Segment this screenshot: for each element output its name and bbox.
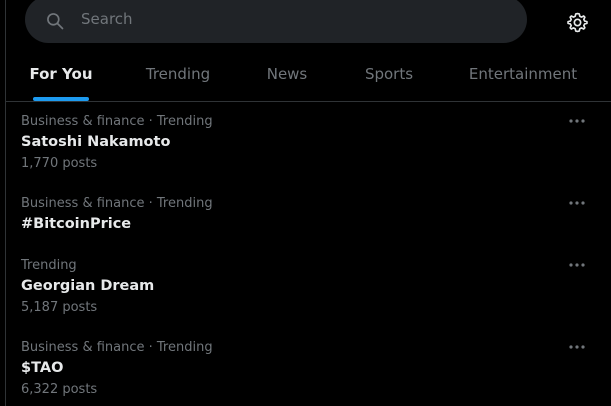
trend-item[interactable]: Trending Georgian Dream 5,187 posts bbox=[6, 258, 611, 322]
tab-label: Sports bbox=[364, 65, 414, 83]
trend-item[interactable]: Business & finance · Trending $TAO 6,322… bbox=[6, 340, 611, 404]
trend-item[interactable]: Business & finance · Trending #BitcoinPr… bbox=[6, 196, 611, 248]
trend-name: $TAO bbox=[21, 360, 64, 376]
trend-context: Trending bbox=[21, 258, 77, 273]
tabs-divider bbox=[6, 101, 611, 102]
tab-label: Trending bbox=[145, 65, 211, 83]
more-horizontal-icon[interactable] bbox=[568, 116, 586, 126]
trend-post-count: 1,770 posts bbox=[21, 156, 98, 171]
tab-entertainment[interactable]: Entertainment bbox=[444, 50, 602, 101]
search-row bbox=[0, 0, 611, 48]
trend-name: #BitcoinPrice bbox=[21, 216, 132, 232]
tab-news[interactable]: News bbox=[240, 50, 334, 101]
trend-name: Satoshi Nakamoto bbox=[21, 134, 171, 150]
more-horizontal-icon[interactable] bbox=[568, 198, 586, 208]
trend-name: Georgian Dream bbox=[21, 278, 155, 294]
tab-trending[interactable]: Trending bbox=[116, 50, 240, 101]
trend-post-count: 5,187 posts bbox=[21, 300, 98, 315]
tab-sports[interactable]: Sports bbox=[334, 50, 444, 101]
trend-context: Business & finance · Trending bbox=[21, 196, 213, 211]
tab-label: Entertainment bbox=[468, 65, 578, 83]
tab-bar: For You Trending News Sports Entertainme… bbox=[6, 50, 611, 101]
tab-label: News bbox=[266, 65, 308, 83]
explore-page: For You Trending News Sports Entertainme… bbox=[0, 0, 611, 406]
search-input[interactable] bbox=[81, 4, 501, 34]
trend-context: Business & finance · Trending bbox=[21, 114, 213, 129]
trend-context: Business & finance · Trending bbox=[21, 340, 213, 355]
trend-post-count: 6,322 posts bbox=[21, 382, 98, 397]
search-box[interactable] bbox=[25, 0, 527, 43]
tab-label: For You bbox=[29, 65, 93, 83]
more-horizontal-icon[interactable] bbox=[568, 260, 586, 270]
trend-item[interactable]: Business & finance · Trending Satoshi Na… bbox=[6, 114, 611, 178]
gear-icon[interactable] bbox=[567, 12, 588, 33]
more-horizontal-icon[interactable] bbox=[568, 342, 586, 352]
search-icon bbox=[47, 13, 64, 30]
tab-for-you[interactable]: For You bbox=[6, 50, 116, 101]
